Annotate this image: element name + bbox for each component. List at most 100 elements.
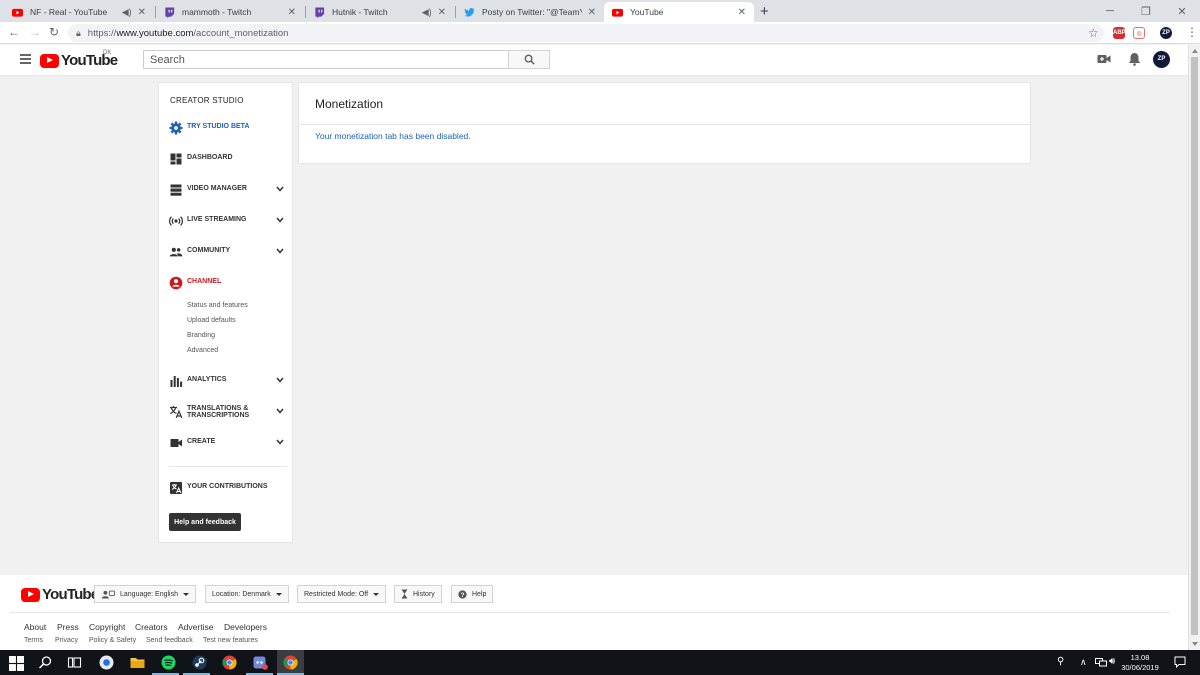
sidebar-item-label: CREATE <box>187 438 216 445</box>
sidebar-item-label-line2: TRANSCRIPTIONS <box>187 412 250 419</box>
youtube-play-icon <box>40 53 59 68</box>
task-view-icon[interactable] <box>67 655 82 670</box>
forward-button[interactable]: → <box>29 25 41 39</box>
minimize-button[interactable]: ─ <box>1092 5 1128 17</box>
chrome-icon[interactable] <box>283 655 298 670</box>
menu-icon[interactable] <box>20 54 31 64</box>
footer-link-policy-safety[interactable]: Policy & Safety <box>89 637 136 644</box>
browser-tab[interactable]: Posty on Twitter: "@TeamYouTub ✕ <box>456 2 604 22</box>
location-picker-button[interactable]: Location: Denmark <box>205 585 289 603</box>
extension-icon[interactable]: ◎ <box>1133 27 1145 39</box>
restricted-mode-button[interactable]: Restricted Mode: Off <box>297 585 387 603</box>
channel-subitem-status-and-features[interactable]: Status and features <box>187 302 248 309</box>
footer-link-developers[interactable]: Developers <box>224 622 267 632</box>
speaker-icon[interactable]: ◀) <box>122 7 132 18</box>
footer-link-copyright[interactable]: Copyright <box>89 622 125 632</box>
file-explorer-icon[interactable] <box>130 655 145 670</box>
browser-menu-icon[interactable]: ⋮ <box>1186 25 1198 39</box>
sidebar-item-channel[interactable]: CHANNEL <box>159 273 294 293</box>
sidebar-item-create[interactable]: CREATE <box>159 433 294 453</box>
search-input[interactable] <box>143 50 509 69</box>
footer-link-press[interactable]: Press <box>57 622 79 632</box>
language-picker-button[interactable]: Language: English <box>94 585 196 603</box>
discord-icon[interactable] <box>253 655 268 670</box>
browser-app-icon[interactable] <box>99 655 114 670</box>
address-bar[interactable]: 🔒︎ https://www.youtube.com/account_monet… <box>68 24 1104 42</box>
speaker-icon[interactable]: ◀) <box>422 7 432 18</box>
youtube-logo[interactable]: YouTube DK <box>40 50 118 69</box>
help-and-feedback-button[interactable]: Help and feedback <box>169 513 241 531</box>
footer-link-terms[interactable]: Terms <box>24 637 43 644</box>
close-window-button[interactable]: ✕ <box>1164 5 1200 18</box>
chevron-down-icon[interactable] <box>276 377 284 383</box>
notification-center-icon[interactable] <box>1174 656 1186 668</box>
windows-start-icon[interactable] <box>9 656 24 671</box>
adblock-extension-icon[interactable]: ABP <box>1113 27 1126 39</box>
close-icon[interactable]: ✕ <box>138 7 146 18</box>
search-icon[interactable] <box>38 655 53 670</box>
search-icon <box>524 54 535 65</box>
chrome-icon[interactable] <box>222 655 237 670</box>
channel-subitem-upload-defaults[interactable]: Upload defaults <box>187 317 236 324</box>
chevron-up-icon[interactable]: ∧ <box>1080 657 1087 668</box>
twitter-icon <box>464 7 475 17</box>
upload-video-icon[interactable] <box>1097 53 1111 65</box>
scroll-up-arrow[interactable] <box>1192 49 1198 53</box>
sidebar-item-label: LIVE STREAMING <box>187 216 247 223</box>
sidebar-item-live-streaming[interactable]: LIVE STREAMING <box>159 211 294 231</box>
chevron-down-icon[interactable] <box>276 186 284 192</box>
sidebar-item-dashboard[interactable]: DASHBOARD <box>159 149 294 169</box>
footer-link-creators[interactable]: Creators <box>135 622 168 632</box>
network-icon[interactable] <box>1095 658 1107 667</box>
channel-subitem-branding[interactable]: Branding <box>187 332 215 339</box>
footer-link-send-feedback[interactable]: Send feedback <box>146 637 193 644</box>
history-button[interactable]: History <box>394 585 442 603</box>
lock-icon[interactable]: 🔒︎ <box>76 28 81 39</box>
notifications-bell-icon[interactable] <box>1128 52 1141 66</box>
channel-subitem-advanced[interactable]: Advanced <box>187 347 218 354</box>
browser-tab[interactable]: mammoth - Twitch ✕ <box>156 2 304 22</box>
scroll-thumb[interactable] <box>1191 57 1198 635</box>
profile-avatar-icon[interactable]: ZP <box>1160 27 1172 39</box>
chevron-down-icon[interactable] <box>276 408 284 414</box>
page-scrollbar[interactable] <box>1188 45 1200 650</box>
new-tab-button[interactable]: + <box>760 3 769 20</box>
chevron-down-icon[interactable] <box>276 439 284 445</box>
close-icon[interactable]: ✕ <box>588 7 596 18</box>
people-icon[interactable]: ⚲ <box>1057 656 1064 667</box>
back-button[interactable]: ← <box>8 25 20 39</box>
svg-text:?: ? <box>461 591 465 598</box>
sidebar-item-video-manager[interactable]: VIDEO MANAGER <box>159 180 294 200</box>
spotify-icon[interactable] <box>161 655 176 670</box>
sidebar-item-analytics[interactable]: ANALYTICS <box>159 371 294 391</box>
sidebar-item-translations[interactable]: TRANSLATIONS & TRANSCRIPTIONS <box>159 402 294 422</box>
chevron-down-icon[interactable] <box>276 248 284 254</box>
sidebar-item-your-contributions[interactable]: YOUR CONTRIBUTIONS <box>159 478 294 498</box>
footer-link-about[interactable]: About <box>24 622 46 632</box>
close-icon[interactable]: ✕ <box>738 7 746 18</box>
browser-tab[interactable]: NF - Real - YouTube ◀) ✕ <box>4 2 154 22</box>
steam-icon[interactable] <box>192 655 207 670</box>
clock-date: 30/06/2019 <box>1121 663 1159 672</box>
sidebar-item-label: CHANNEL <box>187 278 222 285</box>
footer-youtube-logo[interactable]: YouTube <box>21 586 99 603</box>
sidebar-item-try-studio-beta[interactable]: TRY STUDIO BETA <box>159 118 294 138</box>
volume-icon[interactable]: 🔊︎ <box>1109 656 1115 667</box>
close-icon[interactable]: ✕ <box>288 7 296 18</box>
browser-tab-active[interactable]: YouTube ✕ <box>604 2 754 22</box>
bookmark-star-icon[interactable]: ☆ <box>1088 26 1099 40</box>
browser-tab[interactable]: Hutnik - Twitch ◀) ✕ <box>306 2 454 22</box>
sidebar-item-community[interactable]: COMMUNITY <box>159 242 294 262</box>
scroll-down-arrow[interactable] <box>1192 642 1198 646</box>
footer-link-test-new-features[interactable]: Test new features <box>203 637 258 644</box>
reload-button[interactable]: ↻ <box>49 25 59 39</box>
chevron-down-icon[interactable] <box>276 217 284 223</box>
footer-link-advertise[interactable]: Advertise <box>178 622 213 632</box>
restore-button[interactable]: ❐ <box>1128 5 1164 18</box>
avatar[interactable]: ZP <box>1153 51 1170 68</box>
system-clock[interactable]: 13.08 30/06/2019 <box>1120 653 1160 673</box>
help-button[interactable]: ? Help <box>451 585 494 603</box>
search-button[interactable] <box>508 50 550 69</box>
close-icon[interactable]: ✕ <box>438 7 446 18</box>
footer-link-privacy[interactable]: Privacy <box>55 637 78 644</box>
